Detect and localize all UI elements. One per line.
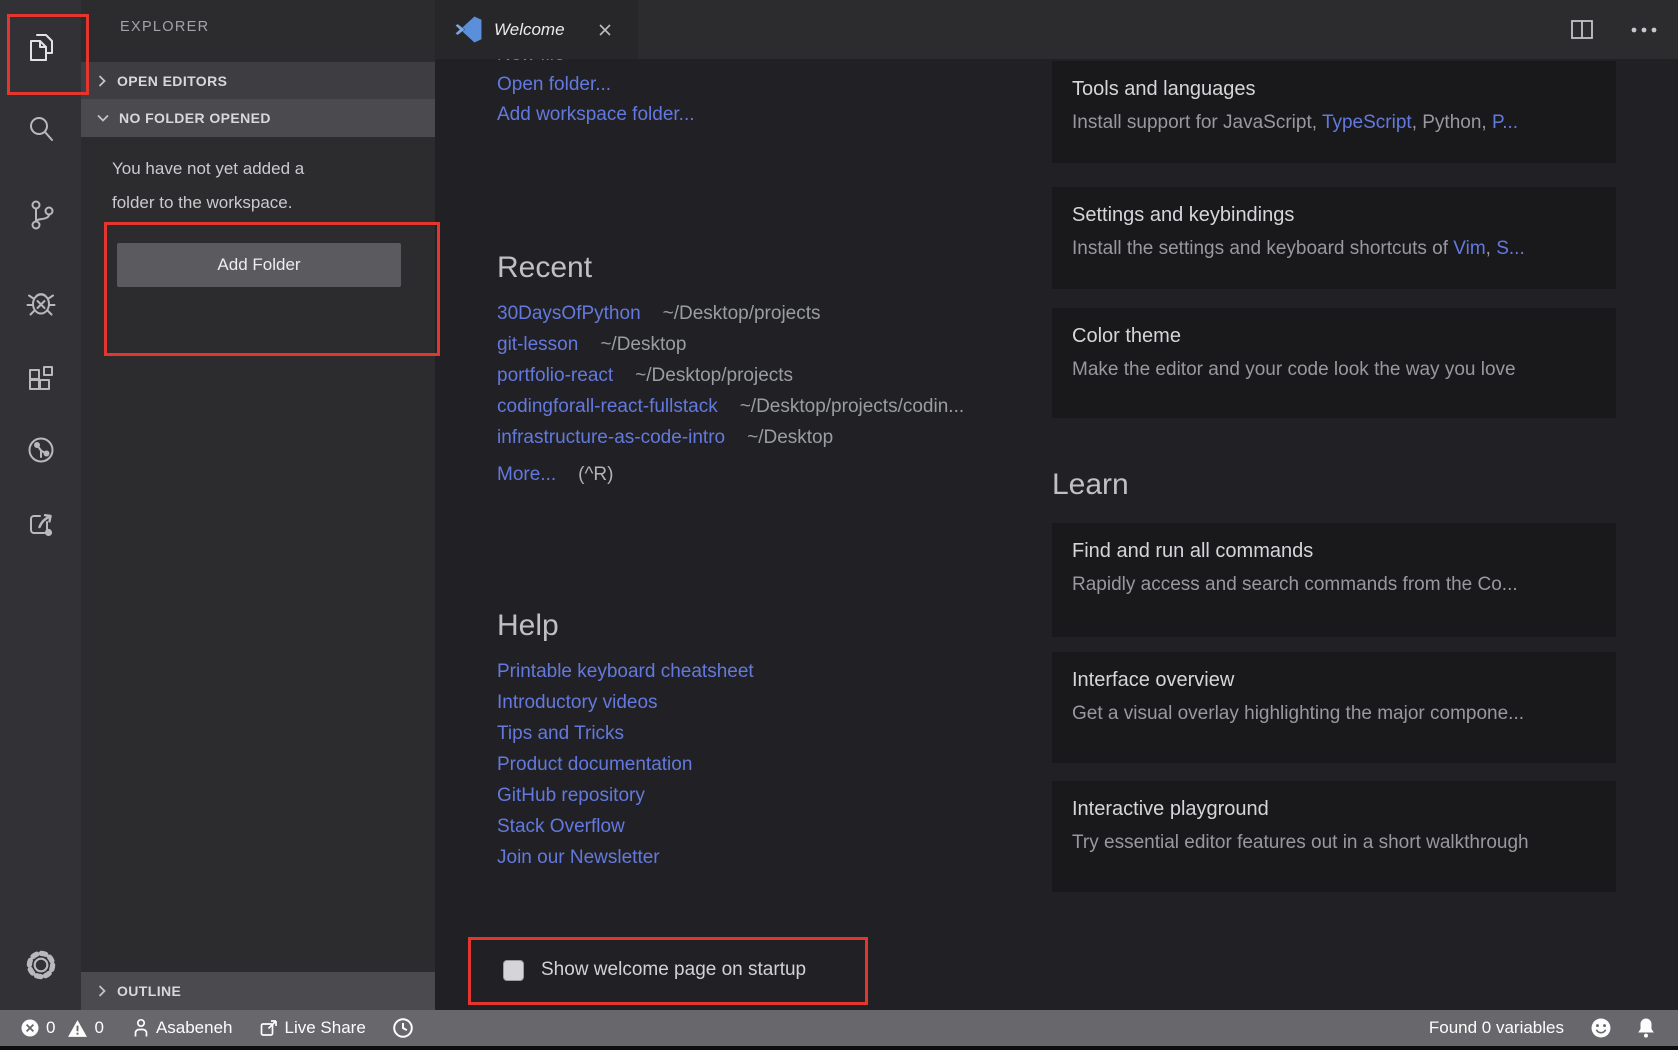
card-interface-overview[interactable]: Interface overview Get a visual overlay … — [1052, 652, 1616, 763]
recent-item: infrastructure-as-code-intro~/Desktop — [497, 422, 964, 453]
chevron-right-icon — [96, 984, 108, 998]
vscode-window: EXPLORER OPEN EDITORS NO FOLDER OPENED Y… — [0, 0, 1678, 1050]
more-shortcut: (^R) — [578, 464, 613, 486]
warning-count: 0 — [94, 1018, 103, 1038]
recent-link[interactable]: 30DaysOfPython — [497, 303, 641, 325]
window-bottom-edge — [0, 1046, 1678, 1050]
help-link-videos[interactable]: Introductory videos — [497, 692, 658, 714]
split-editor-icon[interactable] — [1570, 19, 1594, 41]
recent-item: 30DaysOfPython~/Desktop/projects — [497, 298, 964, 329]
startup-checkbox[interactable] — [503, 960, 524, 981]
workspace-empty-message: You have not yet added a folder to the w… — [112, 152, 304, 220]
help-link-cheatsheet[interactable]: Printable keyboard cheatsheet — [497, 661, 754, 683]
problems-indicator[interactable]: 0 0 — [20, 1018, 104, 1038]
help-link-docs[interactable]: Product documentation — [497, 754, 692, 776]
recent-link[interactable]: codingforall-react-fullstack — [497, 396, 718, 418]
no-folder-header[interactable]: NO FOLDER OPENED — [81, 99, 435, 137]
vscode-logo-icon — [455, 16, 482, 43]
extensions-icon[interactable] — [0, 354, 81, 406]
recent-link[interactable]: git-lesson — [497, 334, 578, 356]
learn-heading: Learn — [1052, 466, 1129, 504]
vim-link[interactable]: Vim — [1453, 238, 1485, 259]
account-item[interactable]: Asabeneh — [132, 1018, 233, 1038]
tab-bar: Welcome — [435, 0, 1678, 59]
startup-checkbox-label: Show welcome page on startup — [541, 959, 806, 981]
files-icon[interactable] — [0, 22, 81, 74]
outline-header[interactable]: OUTLINE — [81, 972, 435, 1010]
recent-item: git-lesson~/Desktop — [497, 329, 964, 360]
person-icon — [132, 1018, 150, 1038]
editor-area: Welcome New file Open folder... Add work… — [435, 0, 1678, 1010]
editor-actions — [1570, 0, 1658, 59]
help-list: Printable keyboard cheatsheet Introducto… — [497, 656, 754, 873]
recent-link[interactable]: portfolio-react — [497, 365, 613, 387]
help-link-tips[interactable]: Tips and Tricks — [497, 723, 624, 745]
live-share-label: Live Share — [285, 1018, 366, 1038]
clock-icon — [392, 1017, 414, 1039]
open-folder-link[interactable]: Open folder... — [497, 74, 611, 96]
tab-welcome[interactable]: Welcome — [435, 0, 638, 59]
clock-item[interactable] — [392, 1017, 414, 1039]
sidebar-title: EXPLORER — [120, 19, 209, 35]
add-workspace-folder-link[interactable]: Add workspace folder... — [497, 104, 695, 126]
card-tools-and-languages[interactable]: Tools and languages Install support for … — [1052, 61, 1616, 163]
close-icon[interactable] — [597, 22, 613, 38]
more-link[interactable]: More... — [497, 464, 556, 486]
live-share-status-icon — [259, 1018, 279, 1038]
bell-icon — [1636, 1017, 1656, 1039]
recent-more-row: More... (^R) — [497, 459, 613, 490]
python-more-link[interactable]: P... — [1492, 112, 1518, 133]
card-color-theme[interactable]: Color theme Make the editor and your cod… — [1052, 308, 1616, 418]
add-folder-button[interactable]: Add Folder — [117, 243, 401, 287]
recent-heading: Recent — [497, 249, 592, 287]
help-link-newsletter[interactable]: Join our Newsletter — [497, 847, 660, 869]
recent-item: codingforall-react-fullstack~/Desktop/pr… — [497, 391, 964, 422]
recent-item: portfolio-react~/Desktop/projects — [497, 360, 964, 391]
start-section: New file Open folder... Add workspace fo… — [497, 59, 695, 130]
source-control-icon[interactable] — [0, 189, 81, 241]
feedback-item[interactable] — [1590, 1017, 1612, 1039]
found-variables-text: Found 0 variables — [1429, 1018, 1564, 1038]
chevron-down-icon — [96, 112, 110, 124]
help-heading: Help — [497, 607, 559, 645]
status-bar: 0 0 Asabeneh Live Share Found 0 variable… — [0, 1010, 1678, 1046]
typescript-link[interactable]: TypeScript — [1322, 112, 1412, 133]
more-actions-icon[interactable] — [1630, 26, 1658, 34]
smiley-icon — [1590, 1017, 1612, 1039]
user-name: Asabeneh — [156, 1018, 233, 1038]
card-settings-keybindings[interactable]: Settings and keybindings Install the set… — [1052, 187, 1616, 289]
search-icon[interactable] — [0, 103, 81, 155]
errors-icon — [20, 1018, 40, 1038]
new-file-link[interactable]: New file — [497, 59, 565, 66]
recent-list: 30DaysOfPython~/Desktop/projects git-les… — [497, 298, 964, 453]
recent-link[interactable]: infrastructure-as-code-intro — [497, 427, 725, 449]
open-editors-header[interactable]: OPEN EDITORS — [81, 62, 435, 99]
card-find-run-commands[interactable]: Find and run all commands Rapidly access… — [1052, 523, 1616, 637]
history-icon[interactable] — [0, 424, 81, 476]
notifications-item[interactable] — [1636, 1017, 1656, 1039]
warnings-icon — [67, 1019, 88, 1038]
help-link-github[interactable]: GitHub repository — [497, 785, 645, 807]
sublime-more-link[interactable]: S... — [1496, 238, 1525, 259]
card-interactive-playground[interactable]: Interactive playground Try essential edi… — [1052, 781, 1616, 892]
chevron-right-icon — [96, 74, 108, 88]
live-share-icon[interactable] — [0, 499, 81, 551]
activity-bar — [0, 0, 81, 1010]
tab-label: Welcome — [494, 20, 565, 40]
run-debug-icon[interactable] — [0, 276, 81, 328]
welcome-page: New file Open folder... Add workspace fo… — [435, 59, 1678, 1010]
settings-gear-icon[interactable] — [0, 939, 81, 991]
error-count: 0 — [46, 1018, 55, 1038]
live-share-item[interactable]: Live Share — [259, 1018, 366, 1038]
explorer-sidebar: EXPLORER OPEN EDITORS NO FOLDER OPENED Y… — [81, 0, 435, 1010]
startup-checkbox-row: Show welcome page on startup — [503, 957, 806, 983]
help-link-stackoverflow[interactable]: Stack Overflow — [497, 816, 625, 838]
